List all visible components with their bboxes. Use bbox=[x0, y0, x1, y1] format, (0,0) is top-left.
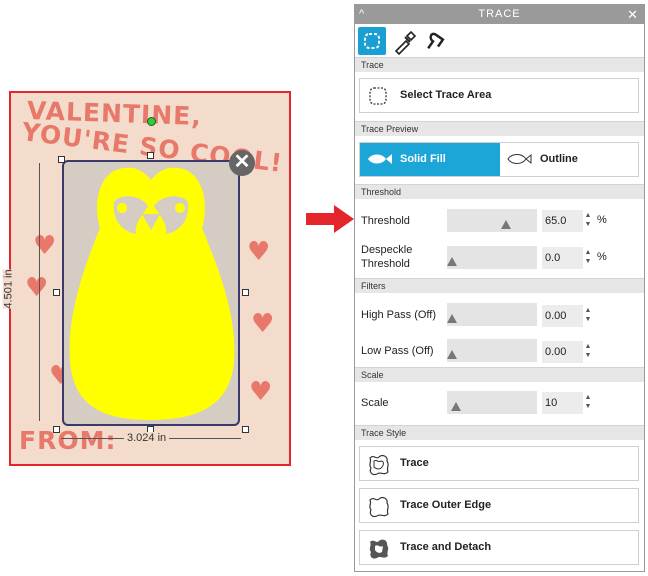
height-dimension-line bbox=[39, 163, 51, 421]
resize-handle[interactable] bbox=[58, 156, 65, 163]
low-pass-slider[interactable] bbox=[447, 339, 537, 362]
pointer-arrow-icon bbox=[306, 205, 354, 233]
traced-image[interactable] bbox=[62, 160, 240, 426]
height-dimension-label: 4.501 in bbox=[2, 269, 15, 309]
trace-area-icon bbox=[369, 87, 387, 105]
trace-icon[interactable] bbox=[358, 27, 386, 55]
heart-icon: ♥ bbox=[249, 377, 273, 407]
card-design: VALENTINE, YOU'RE SO COOL! FROM: ♥ ♥ ♥ ♥… bbox=[2, 91, 291, 466]
select-trace-area-button[interactable]: Select Trace Area bbox=[359, 78, 639, 113]
close-icon[interactable]: ✕ bbox=[627, 5, 639, 24]
trace-outer-edge-button[interactable]: Trace Outer Edge bbox=[359, 488, 639, 523]
spinner-arrows-icon[interactable]: ▲ ▼ bbox=[584, 393, 592, 411]
threshold-input[interactable]: 65.0 bbox=[542, 210, 583, 232]
scale-slider[interactable] bbox=[447, 391, 537, 414]
select-trace-area-label: Select Trace Area bbox=[400, 89, 492, 101]
high-pass-label: High Pass (Off) bbox=[361, 309, 436, 321]
spinner-arrows-icon[interactable]: ▲ ▼ bbox=[584, 211, 592, 229]
section-scale: Scale bbox=[355, 367, 644, 382]
trace-button[interactable]: Trace bbox=[359, 446, 639, 481]
section-trace-style: Trace Style bbox=[355, 425, 644, 440]
resize-handle[interactable] bbox=[53, 426, 60, 433]
threshold-slider[interactable] bbox=[447, 209, 537, 232]
section-threshold: Threshold bbox=[355, 184, 644, 199]
slider-thumb[interactable] bbox=[447, 314, 457, 323]
spinner-arrows-icon[interactable]: ▲ ▼ bbox=[584, 306, 592, 324]
heart-icon: ♥ bbox=[247, 237, 271, 267]
from-text: FROM: bbox=[19, 426, 117, 455]
despeckle-label-line2: Threshold bbox=[361, 258, 410, 270]
panel-title: TRACE bbox=[478, 8, 521, 20]
resize-handle[interactable] bbox=[53, 289, 60, 296]
solid-fill-button[interactable]: Solid Fill bbox=[360, 143, 500, 176]
panel-toolbar bbox=[355, 24, 644, 60]
outline-label: Outline bbox=[540, 153, 578, 165]
low-pass-label: Low Pass (Off) bbox=[361, 345, 434, 357]
slider-thumb[interactable] bbox=[447, 257, 457, 266]
despeckle-slider[interactable] bbox=[447, 246, 537, 269]
section-trace-preview: Trace Preview bbox=[355, 121, 644, 136]
fish-solid-icon bbox=[368, 154, 392, 164]
despeckle-unit: % bbox=[597, 251, 607, 263]
high-pass-slider[interactable] bbox=[447, 303, 537, 326]
slider-thumb[interactable] bbox=[500, 220, 511, 229]
rotate-handle[interactable] bbox=[147, 117, 156, 126]
trace-panel: ^ TRACE ✕ Trace Select Trace Area Trace … bbox=[354, 4, 645, 572]
spinner-arrows-icon[interactable]: ▲ ▼ bbox=[584, 248, 592, 266]
low-pass-input[interactable]: 0.00 bbox=[542, 341, 583, 363]
penguin-silhouette bbox=[69, 167, 235, 420]
despeckle-label-line1: Despeckle bbox=[361, 244, 413, 256]
spinner-arrows-icon[interactable]: ▲ ▼ bbox=[584, 342, 592, 360]
resize-handle[interactable] bbox=[242, 426, 249, 433]
slider-thumb[interactable] bbox=[447, 350, 457, 359]
trace-outer-edge-label: Trace Outer Edge bbox=[400, 499, 492, 511]
heart-icon: ♥ bbox=[251, 309, 275, 339]
canvas: VALENTINE, YOU'RE SO COOL! FROM: ♥ ♥ ♥ ♥… bbox=[0, 0, 648, 576]
trace-preview-toggle: Solid Fill Outline bbox=[359, 142, 639, 177]
slider-thumb[interactable] bbox=[451, 402, 461, 411]
high-pass-input[interactable]: 0.00 bbox=[542, 305, 583, 327]
section-trace: Trace bbox=[355, 57, 644, 72]
solid-fill-label: Solid Fill bbox=[400, 153, 446, 165]
scale-input[interactable]: 10 bbox=[542, 392, 583, 414]
despeckle-input[interactable]: 0.0 bbox=[542, 247, 583, 269]
close-icon[interactable]: ✕ bbox=[229, 150, 255, 176]
scale-label: Scale bbox=[361, 397, 389, 409]
resize-handle[interactable] bbox=[147, 152, 154, 159]
trace-label: Trace bbox=[400, 457, 429, 469]
threshold-unit: % bbox=[597, 214, 607, 226]
threshold-label: Threshold bbox=[361, 215, 410, 227]
panel-titlebar[interactable]: ^ TRACE ✕ bbox=[355, 5, 644, 24]
outline-button[interactable]: Outline bbox=[500, 143, 638, 176]
section-filters: Filters bbox=[355, 278, 644, 293]
trace-and-detach-button[interactable]: Trace and Detach bbox=[359, 530, 639, 565]
resize-handle[interactable] bbox=[242, 289, 249, 296]
trace-and-detach-label: Trace and Detach bbox=[400, 541, 492, 553]
trace-outer-edge-icon bbox=[369, 497, 389, 518]
trace-style-icon bbox=[369, 455, 389, 476]
magnet-icon[interactable] bbox=[421, 27, 449, 55]
trace-and-detach-icon bbox=[369, 539, 389, 559]
width-dimension-label: 3.024 in bbox=[124, 432, 170, 444]
fish-outline-icon bbox=[507, 153, 532, 165]
eyedropper-icon[interactable] bbox=[390, 27, 418, 56]
collapse-icon[interactable]: ^ bbox=[359, 5, 365, 24]
